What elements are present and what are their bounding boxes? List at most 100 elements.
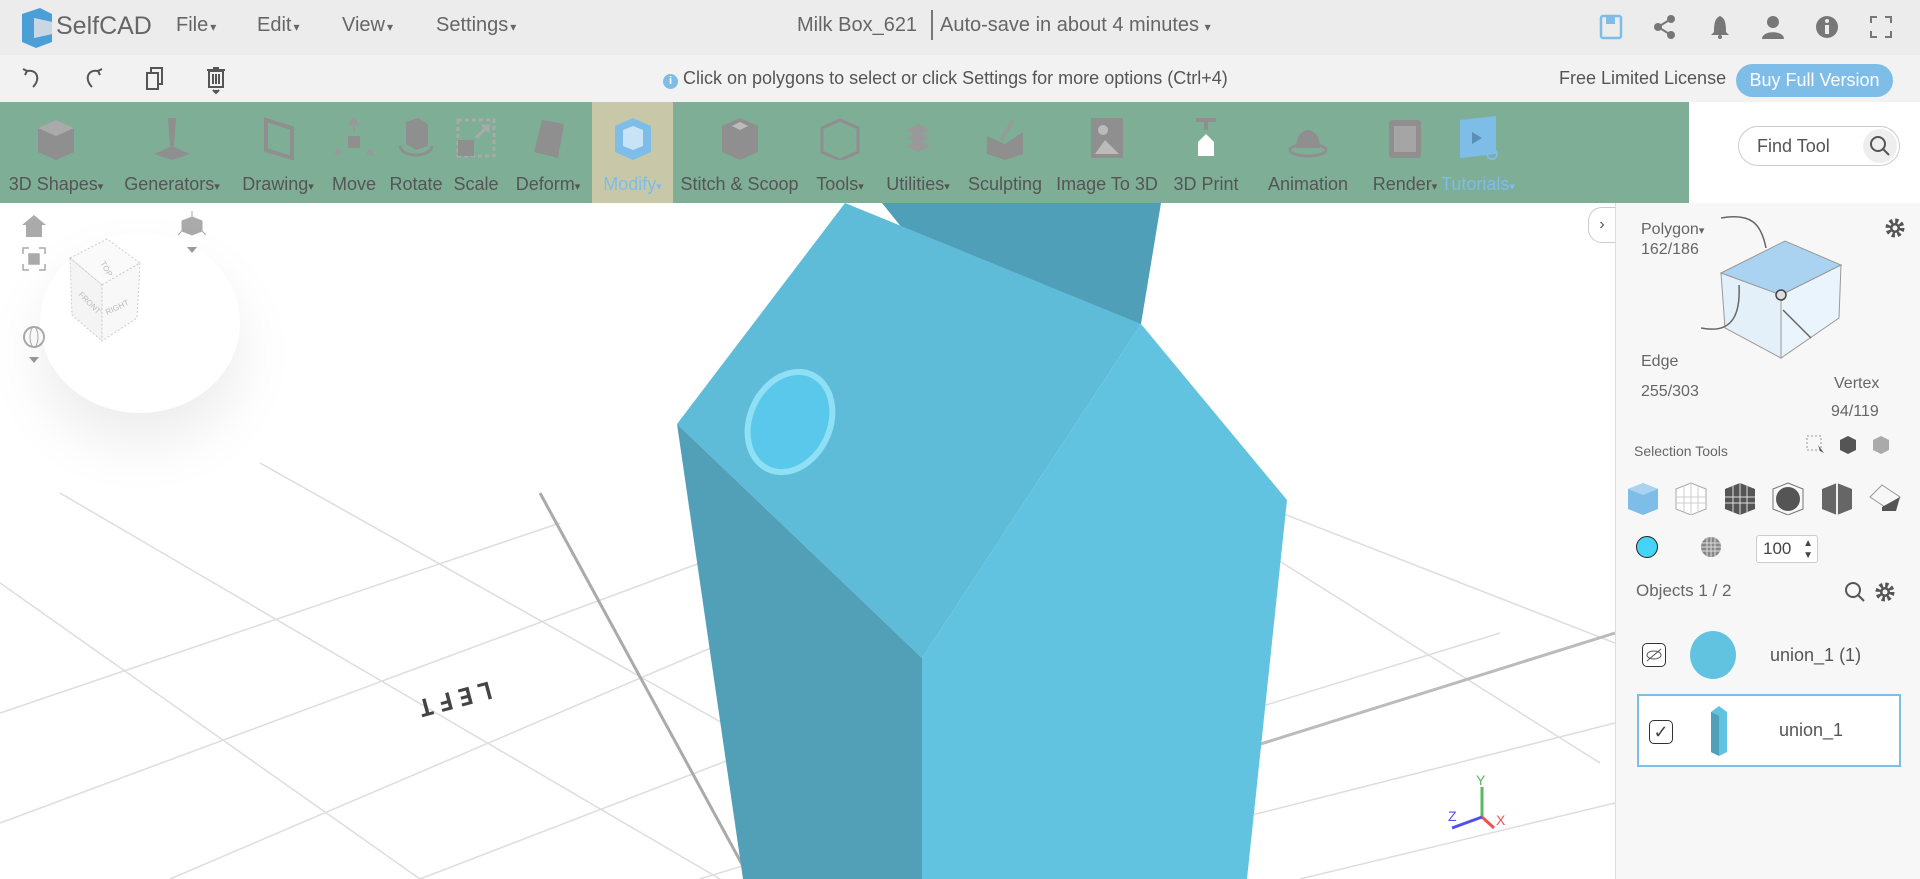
polygon-mode-dropdown[interactable]: Polygon▾ [1641, 221, 1704, 239]
tool-stitch-scoop[interactable]: Stitch & Scoop [673, 102, 806, 203]
texture-sphere-icon[interactable] [1700, 536, 1722, 563]
milk-box-model[interactable] [677, 203, 1287, 879]
tool-deform[interactable]: Deform [504, 102, 592, 203]
cube-icon [38, 120, 74, 160]
objects-settings-gear-icon[interactable] [1874, 581, 1896, 608]
menu-view[interactable]: View [342, 14, 393, 37]
object-thumbnail [1690, 631, 1736, 679]
3d-viewport[interactable]: LEFT TOP FRONT RIGHT Y X Z › [0, 203, 1615, 879]
menu-settings[interactable]: Settings [436, 14, 516, 37]
tool-generators[interactable]: Generators [112, 102, 232, 203]
right-panel: Polygon▾ 162/186 Edge 255/303 Vertex 94/… [1615, 203, 1920, 879]
menu-edit[interactable]: Edit [257, 14, 300, 37]
select-hidden-icon[interactable] [1871, 435, 1891, 460]
select-through-icon[interactable] [1838, 435, 1858, 460]
viewcube[interactable]: TOP FRONT RIGHT [40, 233, 240, 413]
color-swatch[interactable] [1636, 536, 1658, 558]
axis-z-label: Z [1448, 808, 1457, 824]
printer-icon [1196, 118, 1216, 156]
scene[interactable]: LEFT [0, 203, 1615, 879]
select-object-cube-icon[interactable] [1626, 481, 1660, 515]
menu-file[interactable]: File [176, 14, 216, 37]
autosave-dropdown[interactable]: Auto-save in about 4 minutes ▾ [940, 14, 1211, 37]
app-name: SelfCAD [56, 12, 152, 40]
chevron-down-icon: ▾ [1204, 20, 1211, 34]
vertex-label[interactable]: Vertex [1834, 375, 1879, 393]
tool-move[interactable]: Move [324, 102, 384, 203]
tool-utilities[interactable]: Utilities [874, 102, 962, 203]
tool-sculpting[interactable]: Sculpting [962, 102, 1048, 203]
tool-modify[interactable]: Modify [592, 102, 673, 203]
utilities-icon [906, 124, 930, 152]
selection-tools-label: Selection Tools [1634, 443, 1728, 459]
modify-icon [614, 118, 651, 160]
tool-tools[interactable]: Tools [806, 102, 874, 203]
collapse-panel-button[interactable]: › [1588, 207, 1615, 243]
top-bar: SelfCAD File Edit View Settings Milk Box… [0, 0, 1920, 55]
select-sphere-icon[interactable] [1771, 481, 1805, 515]
tool-3d-print[interactable]: 3D Print [1166, 102, 1246, 203]
opacity-value: 100 [1763, 539, 1792, 558]
object-row[interactable]: union_1 (1) [1636, 623, 1900, 687]
share-icon[interactable] [1652, 14, 1678, 40]
trash-icon[interactable] [203, 65, 229, 95]
user-icon[interactable] [1760, 14, 1786, 40]
tool-animation[interactable]: Animation [1246, 102, 1370, 203]
tool-image-to-3d[interactable]: Image To 3D [1048, 102, 1166, 203]
info-icon[interactable] [1814, 14, 1840, 40]
undo-icon[interactable] [19, 65, 45, 91]
fullscreen-icon[interactable] [1868, 14, 1894, 40]
generator-icon [154, 118, 190, 160]
search-icon[interactable] [1863, 129, 1897, 163]
selfcad-logo-icon [18, 8, 56, 48]
redo-icon[interactable] [80, 65, 106, 91]
save-icon[interactable] [1598, 14, 1624, 40]
hint-bar: i Click on polygons to select or click S… [663, 68, 1228, 89]
polygon-count: 162/186 [1641, 241, 1699, 258]
object-thumbnail [1707, 706, 1729, 761]
tool-rotate[interactable]: Rotate [384, 102, 448, 203]
chevron-right-icon: › [1599, 216, 1605, 233]
select-plane-icon[interactable] [1868, 481, 1902, 515]
rotate-icon [398, 118, 434, 157]
panel-settings-gear-icon[interactable] [1884, 217, 1906, 244]
tool-tutorials[interactable]: Tutorials [1430, 102, 1526, 203]
stitch-scoop-icon [721, 118, 758, 160]
document-title[interactable]: Milk Box_621 [797, 14, 917, 37]
tool-3d-shapes[interactable]: 3D Shapes [0, 102, 112, 203]
axis-gizmo: Y X Z [1448, 773, 1506, 830]
edge-label[interactable]: Edge [1641, 353, 1678, 371]
copy-icon[interactable] [142, 65, 168, 91]
objects-count: Objects 1 / 2 [1636, 581, 1732, 600]
polygon-label: Polygon [1641, 221, 1699, 238]
edge-count: 255/303 [1641, 383, 1699, 400]
action-bar: i Click on polygons to select or click S… [0, 55, 1920, 102]
object-row-selected[interactable]: ✓ union_1 [1637, 694, 1901, 767]
objects-search-icon[interactable] [1844, 581, 1866, 608]
opacity-stepper[interactable]: 100 ▲ ▼ [1756, 535, 1818, 563]
render-icon [1389, 120, 1421, 158]
tool-scale[interactable]: Scale [448, 102, 504, 203]
drawing-icon [264, 117, 294, 160]
select-grid-icon[interactable] [1674, 481, 1708, 515]
select-half-cube-icon[interactable] [1820, 481, 1854, 515]
tool-drawing[interactable]: Drawing [232, 102, 324, 203]
license-label: Free Limited License [1559, 68, 1727, 88]
autosave-text: Auto-save in about 4 minutes [940, 14, 1200, 36]
stepper-arrows-icon[interactable]: ▲ ▼ [1803, 536, 1813, 562]
select-faces-icon[interactable] [1723, 481, 1757, 515]
title-separator [931, 10, 933, 40]
buy-full-version-button[interactable]: Buy Full Version [1736, 64, 1893, 97]
object-name: union_1 [1779, 720, 1844, 740]
axis-x-label: X [1496, 812, 1506, 828]
selection-mode-diagram[interactable] [1701, 213, 1881, 363]
find-tool-input[interactable]: Find Tool [1738, 126, 1900, 166]
tool-ribbon: 3D Shapes Generators Drawing Move Rotate… [0, 102, 1689, 203]
checkbox-visible-icon[interactable]: ✓ [1649, 720, 1673, 744]
object-name: union_1 (1) [1770, 645, 1862, 665]
box-select-icon[interactable] [1806, 435, 1826, 460]
hint-text: Click on polygons to select or click Set… [683, 68, 1228, 88]
axis-y-label: Y [1476, 773, 1486, 788]
eye-hidden-icon[interactable] [1642, 643, 1666, 667]
bell-icon[interactable] [1707, 14, 1733, 40]
